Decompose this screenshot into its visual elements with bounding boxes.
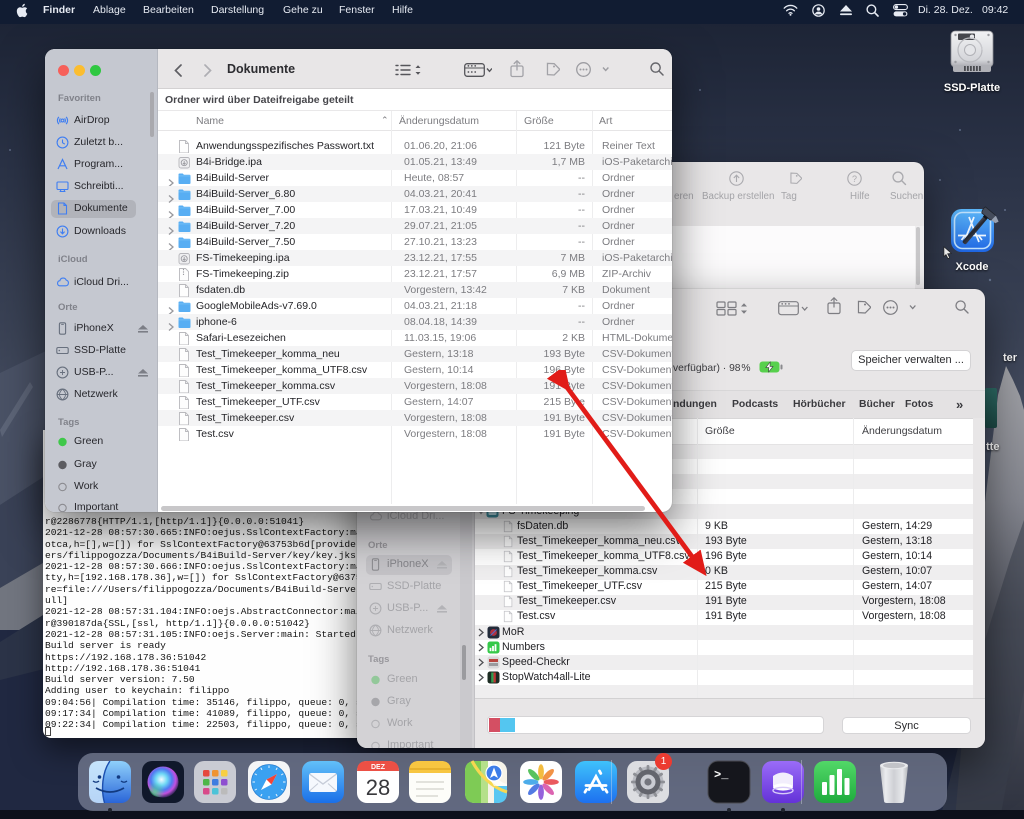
svg-text:>_: >_: [714, 768, 729, 782]
svg-text:28: 28: [366, 775, 390, 800]
svg-text:DEZ: DEZ: [371, 764, 386, 771]
svg-text:?: ?: [852, 174, 857, 184]
